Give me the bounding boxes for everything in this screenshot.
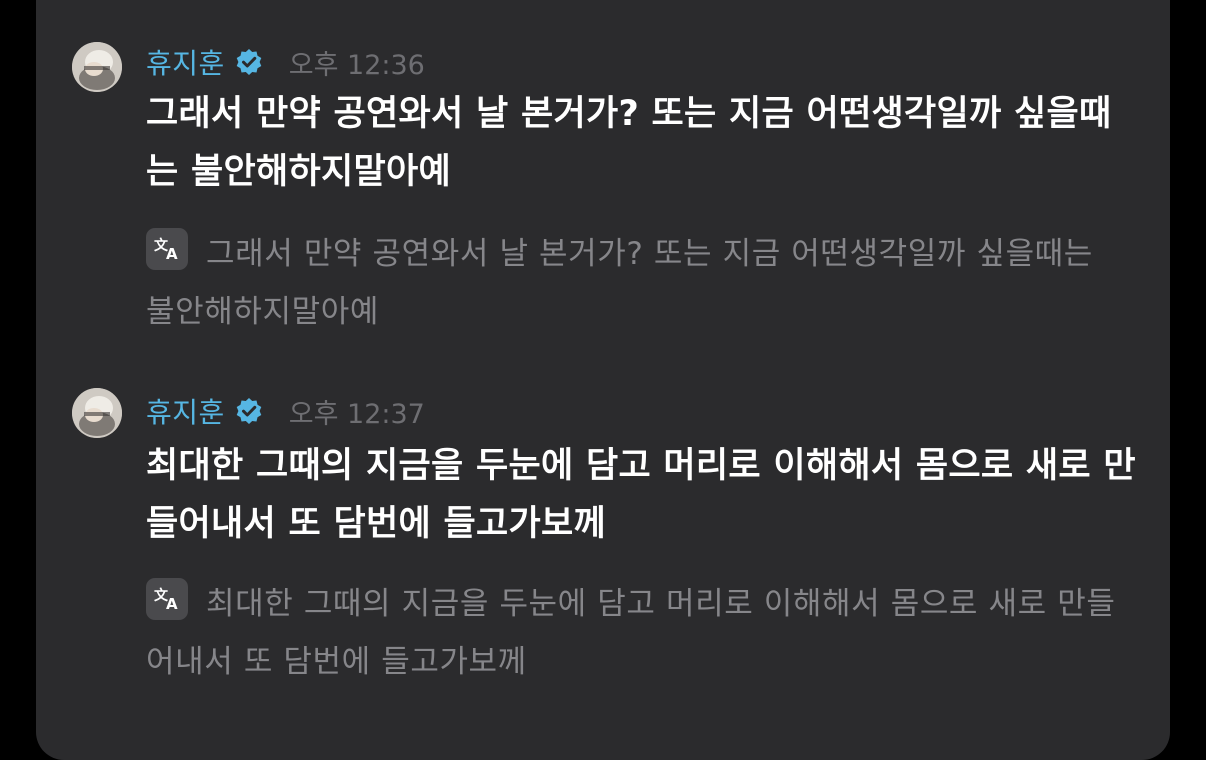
svg-text:A: A	[166, 595, 178, 613]
message-time: 오후 12:36	[288, 49, 425, 81]
avatar[interactable]	[72, 42, 122, 92]
verified-badge-icon	[235, 48, 263, 76]
message-header: 휴지훈 오후 12:37	[146, 389, 425, 433]
translation-text: 그래서 만약 공연와서 날 본거가? 또는 지금 어떤생각일까 싶을때는 불안해…	[146, 236, 1093, 330]
avatar[interactable]	[72, 388, 122, 438]
translate-icon[interactable]: 文 A	[146, 578, 188, 620]
message-translation: 文 A 그래서 만약 공연와서 날 본거가? 또는 지금 어떤생각일까 싶을때는…	[146, 225, 1126, 341]
translation-text: 최대한 그때의 지금을 두눈에 담고 머리로 이해해서 몸으로 새로 만들어내서…	[146, 586, 1116, 680]
author-name[interactable]: 휴지훈	[146, 391, 225, 431]
message-text: 그래서 만약 공연와서 날 본거가? 또는 지금 어떤생각일까 싶을때는 불안해…	[146, 94, 1112, 192]
translate-icon[interactable]: 文 A	[146, 228, 188, 270]
verified-badge-icon	[235, 397, 263, 425]
message-text: 최대한 그때의 지금을 두눈에 담고 머리로 이해해서 몸으로 새로 만들어내서…	[146, 446, 1136, 544]
author-name[interactable]: 휴지훈	[146, 42, 225, 82]
svg-text:A: A	[166, 245, 178, 263]
message-translation: 文 A 최대한 그때의 지금을 두눈에 담고 머리로 이해해서 몸으로 새로 만…	[146, 575, 1126, 691]
message-time: 오후 12:37	[288, 398, 425, 430]
message-header: 휴지훈 오후 12:36	[146, 40, 425, 84]
